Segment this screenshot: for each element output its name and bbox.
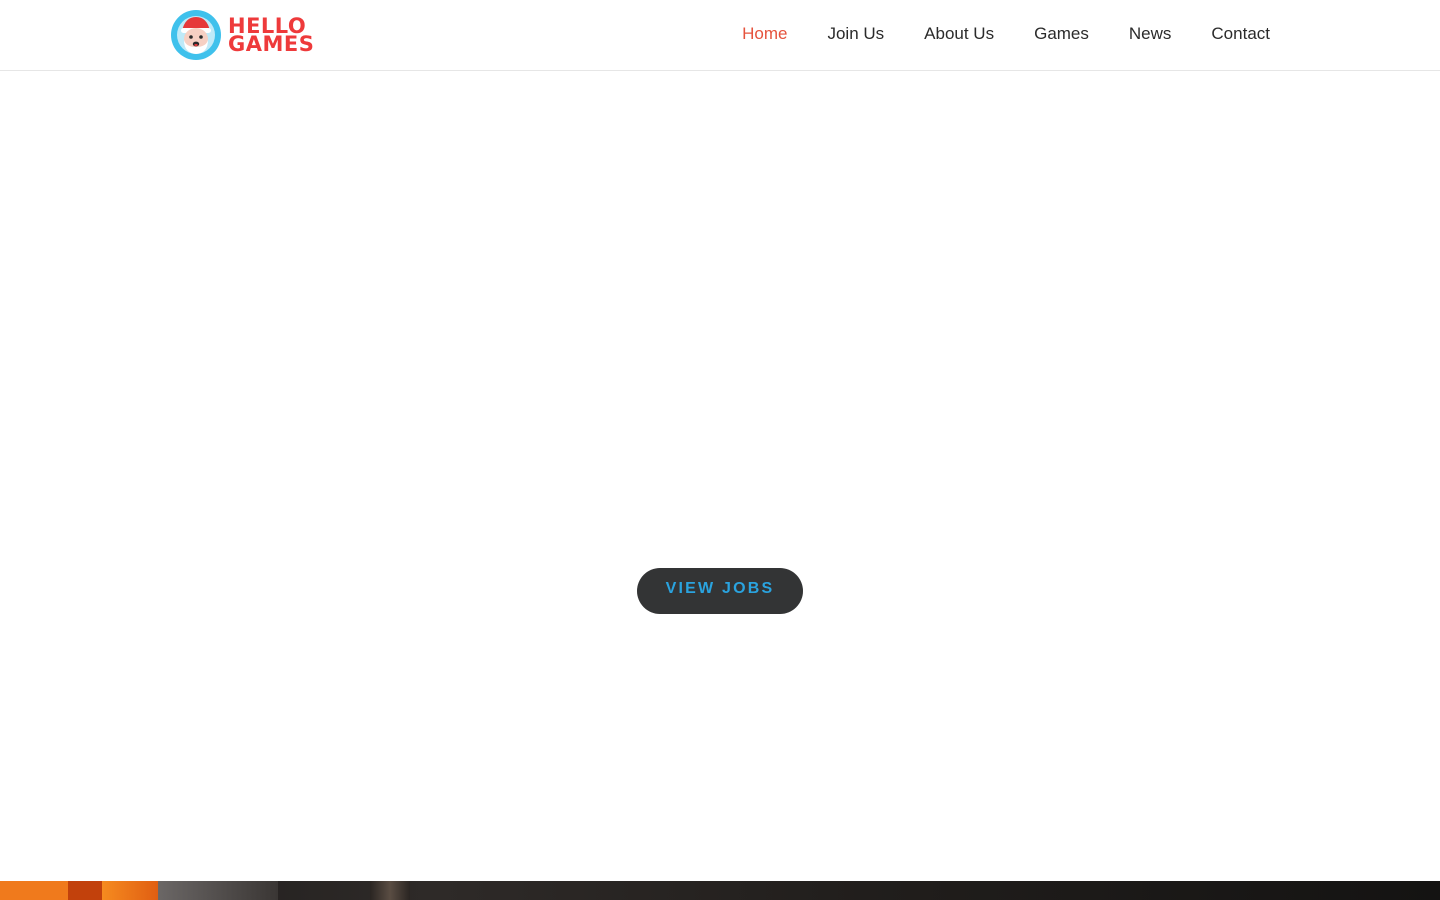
main-navigation: Home Join Us About Us Games News Contact [702, 0, 1270, 68]
hero-image-bright-panel [102, 881, 158, 900]
nav-link-about-us[interactable]: About Us [924, 24, 994, 44]
nav-link-home[interactable]: Home [742, 24, 787, 44]
site-header: HELLO GAMES Home Join Us About Us Games … [0, 0, 1440, 71]
santa-face-logo-icon [171, 10, 221, 60]
hero-image-machinery [158, 881, 278, 900]
nav-link-join-us[interactable]: Join Us [827, 24, 884, 44]
nav-link-news[interactable]: News [1129, 24, 1172, 44]
hero-image-orange-panel [0, 881, 68, 900]
nav-link-games[interactable]: Games [1034, 24, 1089, 44]
view-jobs-button[interactable]: VIEW JOBS [637, 568, 803, 614]
hero-image-dark-orange-panel [68, 881, 102, 900]
hello-games-logo[interactable]: HELLO GAMES [170, 9, 320, 61]
hero-image-figure [370, 881, 410, 900]
logo-wordmark: HELLO GAMES [228, 16, 315, 56]
hero-background-image [0, 881, 1440, 900]
logo-wordmark-line-2: GAMES [228, 32, 315, 56]
nav-link-contact[interactable]: Contact [1211, 24, 1270, 44]
